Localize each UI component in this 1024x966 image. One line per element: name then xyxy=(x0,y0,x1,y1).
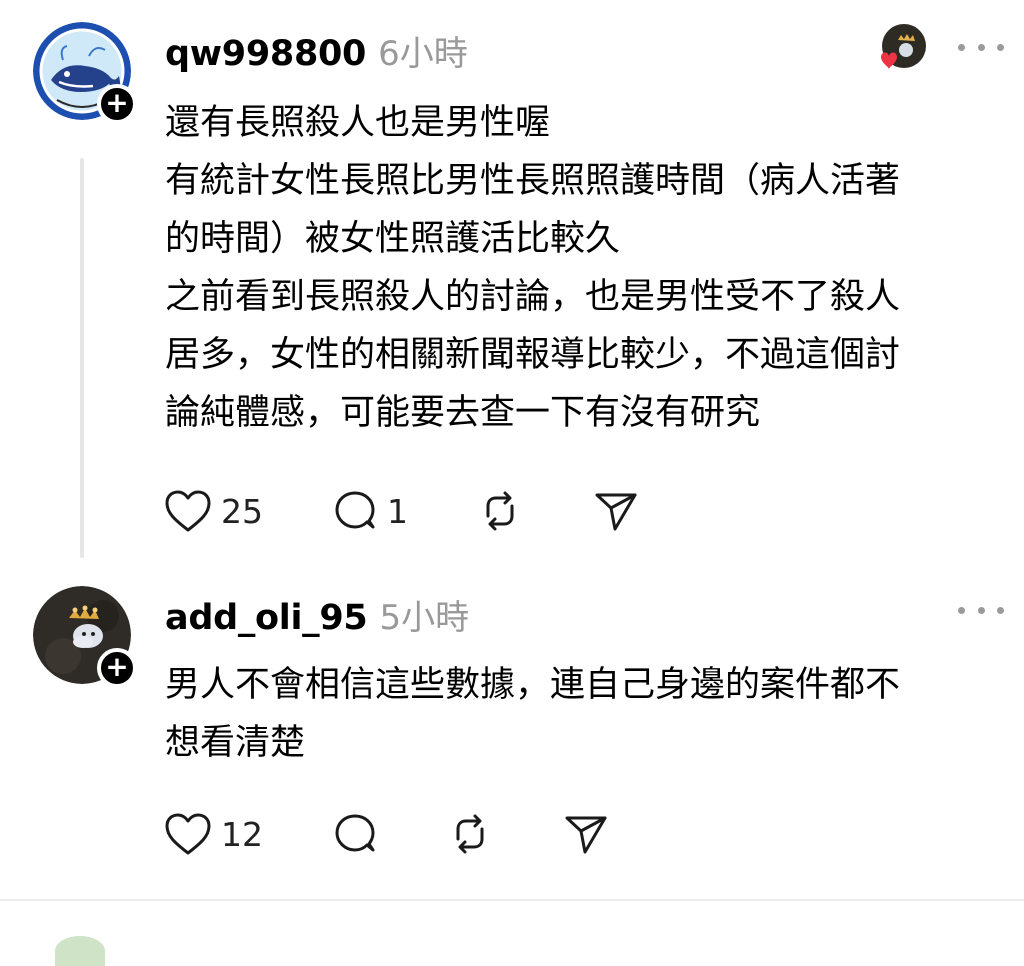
follow-plus-button[interactable]: + xyxy=(97,648,137,688)
repost-button[interactable] xyxy=(445,809,495,859)
post-body: 還有長照殺人也是男性喔 有統計女性長照比男性長照照護時間（病人活著 的時間）被女… xyxy=(165,94,995,442)
repost-icon xyxy=(456,814,484,854)
comment-count: 1 xyxy=(387,491,408,531)
thread-connector-line xyxy=(80,158,84,558)
username-link[interactable]: qw998800 xyxy=(165,34,366,74)
post-line: 論純體感，可能要去查一下有沒有研究 xyxy=(165,393,761,433)
post-actions: 12 xyxy=(163,809,663,859)
post-line: 想看清楚 xyxy=(165,723,306,763)
post-line: 男人不會相信這些數據，連自己身邊的案件都不 xyxy=(165,665,901,705)
comment-button[interactable]: 1 xyxy=(331,486,408,536)
follow-plus-button[interactable]: + xyxy=(97,84,137,124)
share-button[interactable] xyxy=(561,809,611,859)
comment-bubble-icon xyxy=(335,814,375,852)
post-header: add_oli_95 5小時 xyxy=(165,590,469,639)
next-post-avatar[interactable] xyxy=(55,936,105,966)
comment-bubble-icon xyxy=(335,491,375,529)
crown-avatar-with-heart-icon[interactable] xyxy=(880,24,926,69)
username-link[interactable]: add_oli_95 xyxy=(165,598,368,638)
thread-post-2: + add_oli_95 5小時 男人不會相信這些數據，連自己身邊的案件都不 想… xyxy=(0,570,1024,900)
repost-button[interactable] xyxy=(475,486,525,536)
post-line: 居多，女性的相關新聞報導比較少，不過這個討 xyxy=(165,335,901,375)
more-options-icon[interactable] xyxy=(958,600,1004,620)
send-icon xyxy=(565,816,607,854)
more-options-icon[interactable] xyxy=(958,37,1004,57)
post-line: 的時間）被女性照護活比較久 xyxy=(165,219,621,259)
avatar-qw998800[interactable]: + xyxy=(33,22,137,124)
post-line: 有統計女性長照比男性長照照護時間（病人活著 xyxy=(165,161,901,201)
like-count: 25 xyxy=(221,491,263,531)
like-button[interactable]: 25 xyxy=(163,486,263,536)
avatar-add_oli_95[interactable]: + xyxy=(33,586,137,688)
post-divider xyxy=(0,899,1024,901)
post-timestamp: 5小時 xyxy=(379,598,470,638)
post-body: 男人不會相信這些數據，連自己身邊的案件都不 想看清楚 xyxy=(165,656,995,772)
send-icon xyxy=(595,493,637,531)
heart-icon xyxy=(165,490,211,532)
like-button[interactable]: 12 xyxy=(163,809,263,859)
repost-icon xyxy=(486,491,514,531)
post-line: 之前看到長照殺人的討論，也是男性受不了殺人 xyxy=(165,277,901,317)
heart-icon xyxy=(165,813,211,855)
post-header: qw998800 6小時 xyxy=(165,26,468,75)
comment-button[interactable] xyxy=(331,809,379,859)
post-line: 還有長照殺人也是男性喔 xyxy=(165,103,551,143)
post-actions: 25 1 xyxy=(163,486,663,536)
share-button[interactable] xyxy=(591,486,641,536)
like-count: 12 xyxy=(221,814,263,854)
post-timestamp: 6小時 xyxy=(378,34,468,74)
thread-post-1: + qw998800 6小時 還有長照殺人也是男性喔 有統計女性長照比男性長照照… xyxy=(0,0,1024,570)
